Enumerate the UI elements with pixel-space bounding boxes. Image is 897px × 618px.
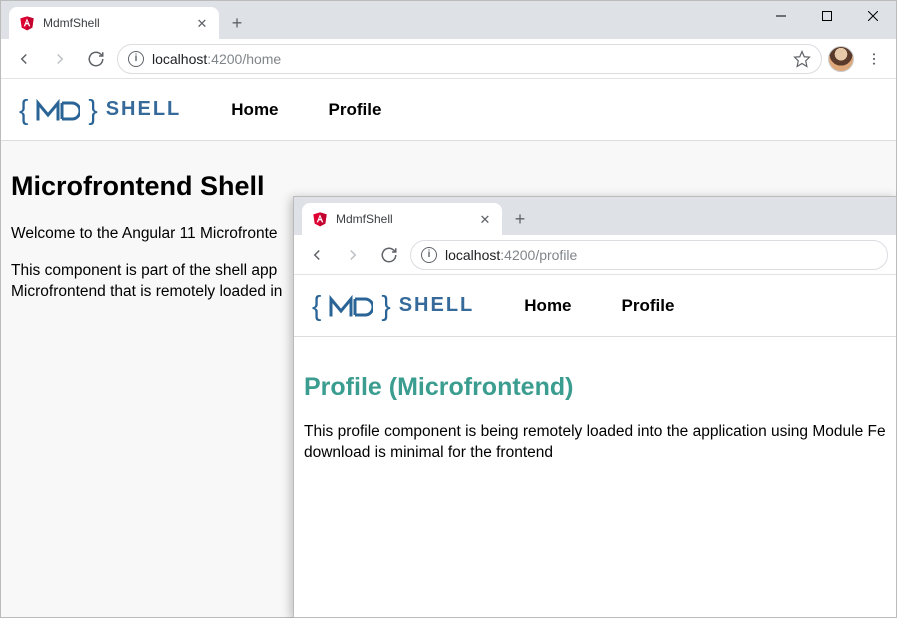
url-path: /profile	[535, 247, 577, 263]
site-info-icon[interactable]: i	[421, 247, 437, 263]
nav-forward-button[interactable]	[338, 240, 368, 270]
tab-title: MdmfShell	[336, 212, 470, 226]
omnibox[interactable]: i localhost:4200/profile	[410, 240, 888, 270]
minimize-button[interactable]	[758, 1, 804, 31]
angular-favicon-icon	[312, 211, 328, 227]
titlebar: MdmfShell ✕ +	[1, 1, 896, 39]
browser-menu-button[interactable]	[860, 45, 888, 73]
site-info-icon[interactable]: i	[128, 51, 144, 67]
app-header: { } SHELL Home Profile	[294, 275, 896, 337]
angular-favicon-icon	[19, 15, 35, 31]
url-port: :4200	[500, 247, 535, 263]
nav-link-profile[interactable]: Profile	[622, 296, 675, 316]
titlebar: MdmfShell ✕ +	[294, 197, 896, 235]
page-heading: Profile (Microfrontend)	[304, 373, 886, 402]
page-paragraph: This profile component is being remotely…	[304, 422, 886, 443]
address-bar: i localhost:4200/home	[1, 39, 896, 79]
window-close-button[interactable]	[850, 1, 896, 31]
omnibox[interactable]: i localhost:4200/home	[117, 44, 822, 74]
browser-tab[interactable]: MdmfShell ✕	[9, 7, 219, 39]
logo-text: SHELL	[399, 294, 475, 317]
nav-forward-button[interactable]	[45, 44, 75, 74]
nav-back-button[interactable]	[302, 240, 332, 270]
window-controls	[758, 1, 896, 31]
page-content: Profile (Microfrontend) This profile com…	[294, 337, 896, 617]
logo-brace-right-icon: }	[88, 94, 97, 126]
logo-md-icon	[329, 295, 373, 317]
logo-text: SHELL	[106, 98, 182, 121]
app-logo[interactable]: { } SHELL	[19, 94, 181, 126]
tab-close-icon[interactable]: ✕	[195, 16, 209, 30]
app-nav: Home Profile	[514, 296, 674, 316]
profile-avatar[interactable]	[828, 46, 854, 72]
nav-reload-button[interactable]	[81, 44, 111, 74]
app-logo[interactable]: { } SHELL	[312, 290, 474, 322]
new-tab-button[interactable]: +	[506, 205, 534, 233]
url-text: localhost:4200/home	[152, 51, 281, 67]
nav-link-home[interactable]: Home	[231, 100, 278, 120]
nav-reload-button[interactable]	[374, 240, 404, 270]
url-path: /home	[242, 51, 281, 67]
nav-link-home[interactable]: Home	[524, 296, 571, 316]
nav-link-profile[interactable]: Profile	[329, 100, 382, 120]
maximize-button[interactable]	[804, 1, 850, 31]
app-nav: Home Profile	[221, 100, 381, 120]
app-header: { } SHELL Home Profile	[1, 79, 896, 141]
bookmark-star-icon[interactable]	[793, 50, 811, 68]
url-text: localhost:4200/profile	[445, 247, 577, 263]
nav-back-button[interactable]	[9, 44, 39, 74]
tab-close-icon[interactable]: ✕	[478, 212, 492, 226]
new-tab-button[interactable]: +	[223, 9, 251, 37]
logo-brace-left-icon: {	[19, 94, 28, 126]
address-bar: i localhost:4200/profile	[294, 235, 896, 275]
logo-md-icon	[36, 99, 80, 121]
url-host: localhost	[152, 51, 207, 67]
browser-window-front: MdmfShell ✕ + i localhost:4200/profile {…	[293, 196, 897, 618]
logo-brace-left-icon: {	[312, 290, 321, 322]
page-paragraph: download is minimal for the frontend	[304, 443, 886, 464]
tab-title: MdmfShell	[43, 16, 187, 30]
url-port: :4200	[207, 51, 242, 67]
browser-tab[interactable]: MdmfShell ✕	[302, 203, 502, 235]
logo-brace-right-icon: }	[381, 290, 390, 322]
url-host: localhost	[445, 247, 500, 263]
